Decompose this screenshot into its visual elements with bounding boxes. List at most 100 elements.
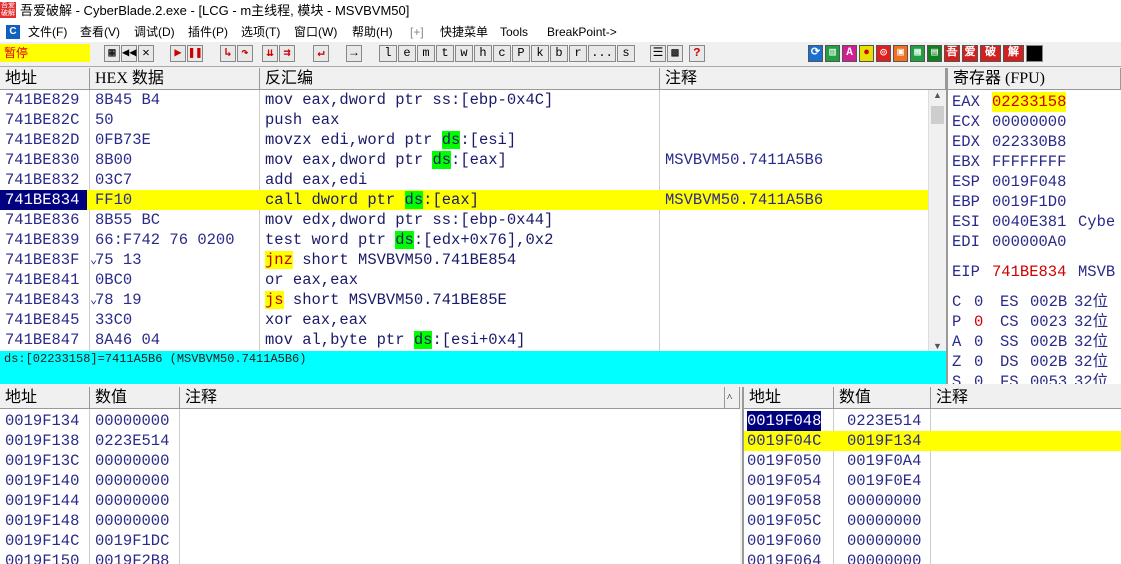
flag-value[interactable]: 0 [974,312,983,332]
flag-row[interactable]: Z 0 DS 002B 32位 [952,352,1121,372]
disasm-hex[interactable]: 78 19 [95,290,258,310]
dump-value[interactable]: 0223E514 [95,431,169,451]
dump-value[interactable]: 0019F2B8 [95,551,169,564]
stack-value[interactable]: 0019F134 [847,431,921,451]
register-value[interactable]: 0019F048 [992,172,1066,192]
register-row[interactable]: ESP 0019F048 [952,172,1121,192]
header-comment[interactable]: 注释 [660,68,946,90]
patches-button[interactable]: P [512,45,530,62]
registers-header[interactable]: 寄存器 (FPU) [948,68,1121,90]
disasm-row[interactable]: 741BE843 ⌄ 78 19 js short MSVBVM50.741BE85E [0,290,928,310]
menu-breakpoint[interactable]: BreakPoint-> [547,22,617,42]
close-icon[interactable]: ✕ [138,45,154,62]
source-button[interactable]: s [617,45,635,62]
call-stack-button[interactable]: k [531,45,549,62]
help-icon[interactable]: ? [689,45,705,62]
disasm-row[interactable]: 741BE845 33C0 xor eax,eax [0,310,928,330]
disasm-address[interactable]: 741BE829 [5,90,87,110]
register-value[interactable]: 0019F1D0 [992,192,1066,212]
registers-pane[interactable]: 寄存器 (FPU) EAX 02233158 ECX 00000000 EDX 02233… [946,68,1121,384]
header-disassembly[interactable]: 反汇编 [260,68,660,90]
target-icon[interactable]: ◎ [876,45,891,62]
menu-plugins[interactable]: 插件(P) [188,22,228,42]
disasm-row[interactable]: 741BE841 0BC0 or eax,eax [0,270,928,290]
header-address[interactable]: 地址 [0,68,90,90]
dump-value[interactable]: 00000000 [95,491,169,511]
dump-row[interactable]: 0019F148 00000000 [0,511,740,531]
disasm-row[interactable]: 741BE847 8A46 04 mov al,byte ptr ds:[esi+0… [0,330,928,350]
executable-modules-button[interactable]: e [398,45,416,62]
flag-value[interactable]: 0 [974,372,983,384]
stack-value[interactable]: 0019F0E4 [847,471,921,491]
disasm-row[interactable]: 741BE836 8B55 BC mov edx,dword ptr ss:[ebp… [0,210,928,230]
disasm-address[interactable]: 741BE83F [5,250,87,270]
disasm-instruction[interactable]: js short MSVBVM50.741BE85E [265,290,657,310]
disasm-instruction[interactable]: mov al,byte ptr ds:[esi+0x4] [265,330,657,350]
disasm-address[interactable]: 741BE843 [5,290,87,310]
disasm-address[interactable]: 741BE836 [5,210,87,230]
disasm-instruction[interactable]: mov eax,dword ptr ds:[eax] [265,150,657,170]
disasm-hex[interactable]: 8B45 B4 [95,90,258,110]
plugin-icon[interactable]: ▥ [825,45,840,62]
disasm-hex[interactable]: 75 13 [95,250,258,270]
disasm-row[interactable]: 741BE830 8B00 mov eax,dword ptr ds:[eax] MS… [0,150,928,170]
disasm-instruction[interactable]: mov eax,dword ptr ss:[ebp-0x4C] [265,90,657,110]
disasm-instruction[interactable]: or eax,eax [265,270,657,290]
dump-address[interactable]: 0019F144 [5,491,79,511]
disasm-address[interactable]: 741BE839 [5,230,87,250]
register-value[interactable]: 022330B8 [992,132,1066,152]
scroll-up-icon[interactable]: ▲ [929,90,946,100]
menu-file[interactable]: 文件(F) [28,22,67,42]
disasm-instruction[interactable]: push eax [265,110,657,130]
dump-header-comment[interactable]: 注释 [180,387,725,409]
stack-header-value[interactable]: 数值 [834,387,931,409]
record-icon[interactable]: ● [859,45,874,62]
disasm-instruction[interactable]: add eax,edi [265,170,657,190]
disasm-address[interactable]: 741BE834 [0,190,87,210]
register-value[interactable]: 000000A0 [992,232,1066,252]
dump-value[interactable]: 00000000 [95,451,169,471]
menu-shortcut[interactable]: 快捷菜单 [440,22,488,42]
stack-value[interactable]: 00000000 [847,531,921,551]
register-row[interactable]: ESI 0040E381 Cybe [952,212,1121,232]
stack-value[interactable]: 00000000 [847,511,921,531]
grid-plugin-icon[interactable]: ▦ [910,45,925,62]
stack-value[interactable]: 0223E514 [847,411,921,431]
windows-button[interactable]: w [455,45,473,62]
register-value[interactable]: 741BE834 [992,262,1066,282]
plugin-jie-button[interactable]: 解 [1003,45,1024,62]
menu-add[interactable]: [+] [410,22,424,42]
dump-row[interactable]: 0019F134 00000000 [0,411,740,431]
stack-value[interactable]: 00000000 [847,551,921,564]
handles-button[interactable]: h [474,45,492,62]
disasm-hex[interactable]: 50 [95,110,258,130]
stack-address[interactable]: 0019F058 [747,491,821,511]
dump-address[interactable]: 0019F140 [5,471,79,491]
disasm-hex[interactable]: 8A46 04 [95,330,258,350]
stack-row[interactable]: 0019F050 0019F0A4 [744,451,1121,471]
dump-address[interactable]: 0019F138 [5,431,79,451]
stack-row[interactable]: 0019F05C 00000000 [744,511,1121,531]
breakpoints-button[interactable]: b [550,45,568,62]
log-button[interactable]: l [379,45,397,62]
memory-dump-pane[interactable]: 地址 数值 注释 ^ 0019F134 00000000 0019F138 0223E… [0,387,740,564]
pause-icon[interactable]: ❚❚ [187,45,203,62]
plugin-po-button[interactable]: 破 [980,45,1001,62]
run-icon[interactable]: ▶ [170,45,186,62]
cpu-button[interactable]: c [493,45,511,62]
disasm-address[interactable]: 741BE830 [5,150,87,170]
stack-row[interactable]: 0019F064 00000000 [744,551,1121,564]
dump-row[interactable]: 0019F140 00000000 [0,471,740,491]
dump-value[interactable]: 00000000 [95,411,169,431]
flag-row[interactable]: P 0 CS 0023 32位 [952,312,1121,332]
menu-tools[interactable]: Tools [500,22,528,42]
stack-header-address[interactable]: 地址 [744,387,834,409]
flag-row[interactable]: A 0 SS 002B 32位 [952,332,1121,352]
cpu-scrollbar[interactable]: ▲ ▼ [928,90,946,351]
dump-value[interactable]: 00000000 [95,511,169,531]
dump-header-address[interactable]: 地址 [0,387,90,409]
menu-window[interactable]: 窗口(W) [294,22,337,42]
menu-debug[interactable]: 调试(D) [134,22,175,42]
disasm-row[interactable]: 741BE83F ⌄ 75 13 jnz short MSVBVM50.741BE85… [0,250,928,270]
disasm-address[interactable]: 741BE845 [5,310,87,330]
